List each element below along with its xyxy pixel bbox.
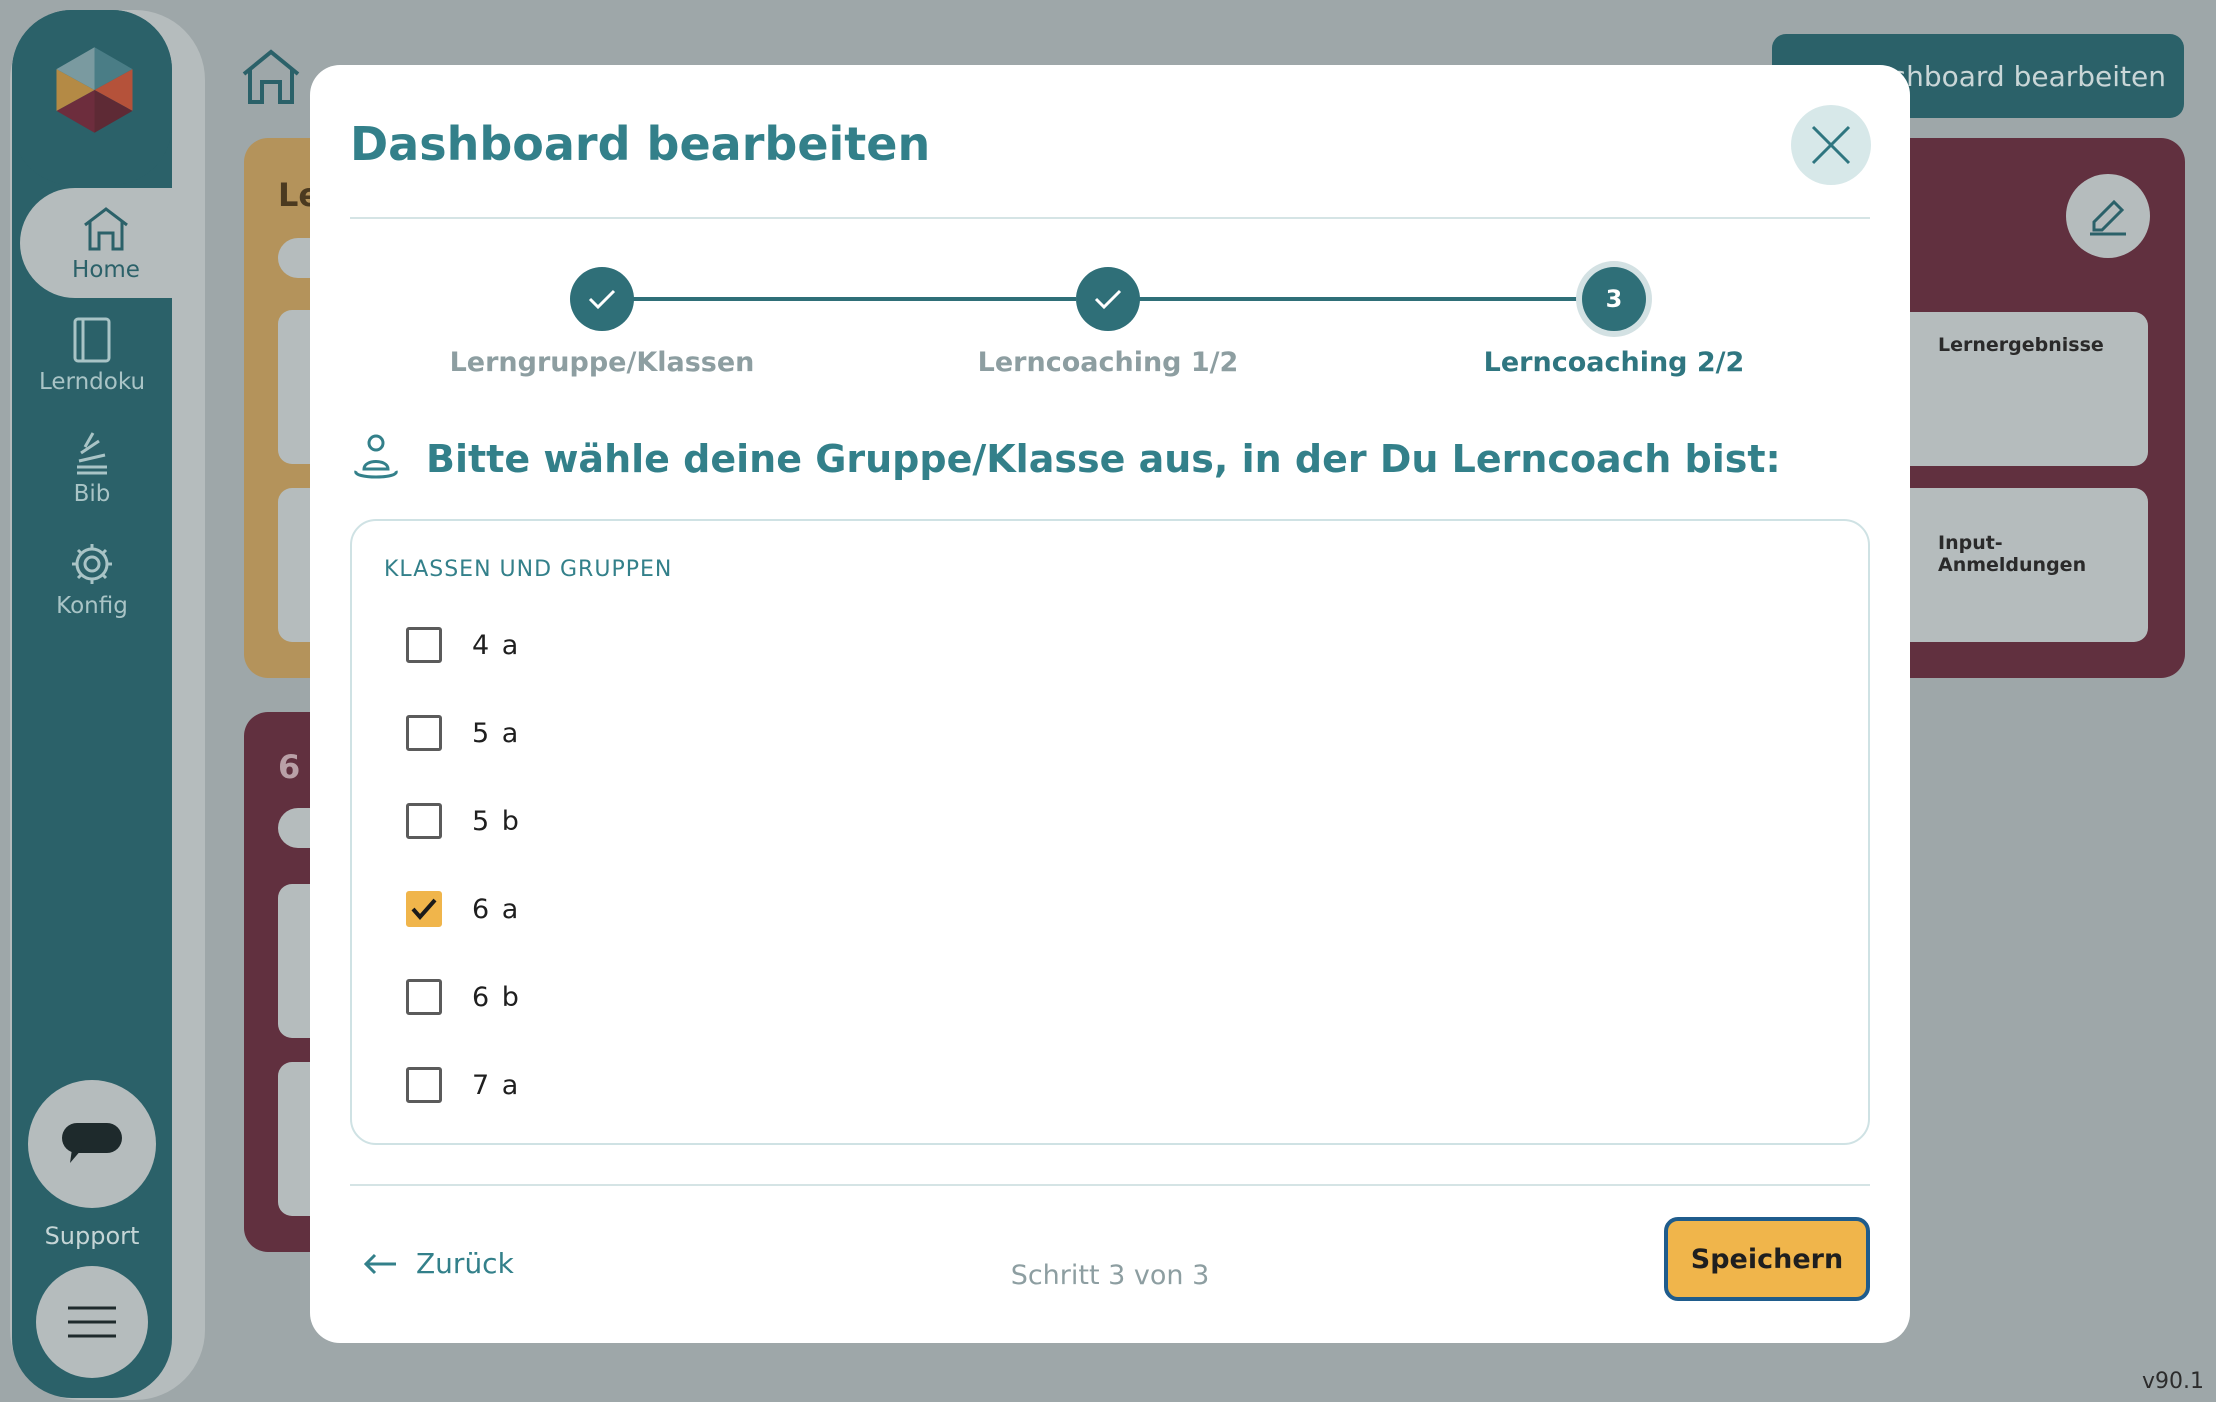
- check-icon: [588, 289, 616, 310]
- class-option-label: 7 a: [472, 1069, 521, 1101]
- back-button[interactable]: Zurück: [362, 1247, 514, 1280]
- background-card-title: 6: [278, 748, 301, 786]
- chat-bubble-icon: [62, 1123, 122, 1163]
- library-icon: [77, 432, 107, 475]
- sidebar-item-bib[interactable]: Bib: [12, 412, 172, 522]
- background-tile-lernergebnisse: Lernergebnisse: [1890, 312, 2148, 466]
- class-option-label: 4 a: [472, 629, 521, 661]
- close-button[interactable]: [1791, 105, 1871, 185]
- sidebar: Home Lerndoku Bib Konfig Support: [12, 10, 192, 1398]
- class-group-list: KLASSEN UND GRUPPEN 4 a 5 a 5 b 6 a 6 b: [350, 519, 1870, 1145]
- stepper-connector: [1108, 297, 1582, 301]
- question-text: Bitte wähle deine Gruppe/Klasse aus, in …: [426, 437, 1781, 481]
- version-label: v90.1: [2141, 1369, 2204, 1394]
- page-home-icon: [242, 49, 300, 104]
- home-icon: [84, 207, 128, 251]
- checkbox-checked[interactable]: [406, 891, 442, 927]
- background-edit-button[interactable]: [2066, 174, 2150, 258]
- class-option-6b[interactable]: 6 b: [406, 967, 521, 1027]
- logo-icon: [56, 47, 133, 133]
- dashboard-edit-modal: Dashboard bearbeiten 3 Lerngruppe/Klasse…: [310, 65, 1910, 1343]
- menu-button[interactable]: [36, 1266, 148, 1378]
- tile-label: Lernergebnisse: [1938, 334, 2104, 356]
- step-counter: Schritt 3 von 3: [1010, 1260, 1210, 1291]
- person-coach-icon: [354, 434, 398, 479]
- modal-title: Dashboard bearbeiten: [350, 117, 931, 171]
- class-list-header: KLASSEN UND GRUPPEN: [384, 557, 673, 582]
- save-button[interactable]: Speichern: [1664, 1217, 1870, 1301]
- class-option-label: 5 a: [472, 717, 521, 749]
- check-icon: [1094, 289, 1122, 310]
- step-1-indicator[interactable]: [570, 267, 634, 331]
- checkbox[interactable]: [406, 627, 442, 663]
- step-2-label: Lerncoaching 1/2: [977, 347, 1239, 378]
- class-option-label: 6 a: [472, 893, 521, 925]
- class-option-7a[interactable]: 7 a: [406, 1055, 520, 1115]
- step-2-indicator[interactable]: [1076, 267, 1140, 331]
- step-1-label: Lerngruppe/Klassen: [449, 347, 755, 378]
- sidebar-item-konfig[interactable]: Konfig: [12, 524, 172, 634]
- hamburger-icon: [68, 1306, 116, 1338]
- checkbox[interactable]: [406, 803, 442, 839]
- sidebar-item-label: Konfig: [56, 593, 128, 619]
- header-divider: [350, 217, 1870, 219]
- class-option-6a[interactable]: 6 a: [406, 879, 520, 939]
- tile-label: Input- Anmeldungen: [1938, 532, 2087, 576]
- background-tile-input-anmeldungen: Input- Anmeldungen: [1890, 488, 2148, 642]
- step-3-label: Lerncoaching 2/2: [1483, 347, 1745, 378]
- back-button-label: Zurück: [416, 1247, 514, 1280]
- pencil-icon: [2090, 199, 2126, 236]
- stepper-connector: [602, 297, 1076, 301]
- gear-icon: [72, 544, 112, 584]
- checkbox[interactable]: [406, 715, 442, 751]
- close-icon: [1811, 125, 1851, 165]
- arrow-left-icon: [363, 1253, 396, 1274]
- class-option-5b[interactable]: 5 b: [406, 791, 521, 851]
- class-option-5a[interactable]: 5 a: [406, 703, 520, 763]
- step-number: 3: [1605, 285, 1623, 313]
- sidebar-item-label: Bib: [73, 481, 111, 507]
- checkbox[interactable]: [406, 979, 442, 1015]
- sidebar-item-home[interactable]: Home: [20, 188, 192, 298]
- footer-divider: [350, 1184, 1870, 1186]
- sidebar-item-label: Home: [72, 257, 140, 283]
- app-logo[interactable]: [12, 10, 172, 185]
- class-option-4a[interactable]: 4 a: [406, 615, 520, 675]
- book-icon: [73, 317, 111, 363]
- class-option-label: 5 b: [472, 805, 521, 837]
- step-3-indicator[interactable]: 3: [1582, 267, 1646, 331]
- checkmark-icon: [411, 898, 437, 921]
- question-heading: Bitte wähle deine Gruppe/Klasse aus, in …: [350, 433, 1781, 485]
- support-label: Support: [44, 1222, 140, 1250]
- support-button[interactable]: [28, 1080, 156, 1208]
- dashboard-edit-button-label: shboard bearbeiten: [1891, 59, 2167, 93]
- class-option-label: 6 b: [472, 981, 521, 1013]
- sidebar-item-label: Lerndoku: [38, 369, 146, 395]
- sidebar-item-lerndoku[interactable]: Lerndoku: [12, 300, 172, 410]
- checkbox[interactable]: [406, 1067, 442, 1103]
